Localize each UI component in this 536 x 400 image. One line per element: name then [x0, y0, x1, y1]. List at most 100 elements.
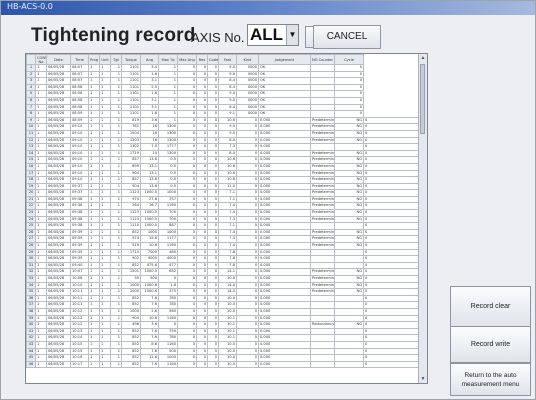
table-cell: 30 [121, 275, 141, 283]
table-cell: 0 [207, 189, 219, 197]
table-row[interactable]: 9 1 06/05/28 08:59 1 1 1 819 3.6 1 0 0 0 10.6 0 0.000 Pr… [26, 116, 420, 125]
table-cell: Predetermined [310, 176, 335, 184]
table-row[interactable]: 16 1 06/05/28 09:10 1 1 1 899 13.1 0.5 0 0 0 10.6 0 0.0… [26, 162, 420, 171]
table-cell: 1 [35, 354, 47, 362]
table-cell: 1 [99, 162, 111, 171]
row-number: 25 [26, 222, 36, 230]
table-row[interactable]: 32 1 06/05/28 10:07 1 1 1 1501 1000.5 652 0 0 0 14.1 0… [26, 268, 420, 276]
table-row[interactable]: 44 1 06/05/28 10:15 1 1 1 852 7.6 500 0 0 0 10.0 0 0.00… [26, 347, 420, 356]
table-cell: NG [334, 156, 364, 164]
table-row[interactable]: 35 1 06/05/28 10:11 1 1 1 1000 1500.6 375 0 0 0 14.0 0… [26, 288, 420, 296]
table-cell: 0 [177, 123, 197, 131]
row-number: 24 [26, 215, 36, 224]
table-cell: 1 [110, 176, 122, 184]
table-row[interactable]: 41 1 06/05/28 10:13 1 1 1 852 7.6 750 0 0 0 10.1 0 0.00… [26, 327, 420, 336]
table-cell: 1 [99, 136, 111, 145]
table-row[interactable]: 46 1 06/05/28 10:17 1 1 1 852 7.6 1160 0 0 0 10.0 0 0.0… [26, 360, 420, 369]
record-write-button[interactable]: Record write [450, 326, 531, 363]
table-row[interactable]: 29 1 06/05/28 09:39 1 1 1 1710 7000 480 0 0 0 7.8 0 0.0… [26, 248, 420, 257]
table-row[interactable]: 38 1 06/05/28 10:12 1 1 1 1000 2.6 560 0 0 0 10.0 0 0.0… [26, 307, 420, 316]
table-cell [334, 360, 364, 369]
table-cell: 1 [99, 281, 111, 290]
return-auto-menu-button[interactable]: Return to the auto measurement menu [450, 363, 531, 396]
table-row[interactable]: 2 1 06/05/28 08:57 1 1 1 1101 1.6 1 0 0 0 9.0 0000 OK 0 [26, 70, 420, 79]
row-number: 29 [26, 248, 36, 257]
table-row[interactable]: 36 1 06/05/28 10:11 1 1 1 852 7.6 780 0 0 0 10.0 0 0.00… [26, 294, 420, 303]
table-cell: 1 [88, 149, 100, 158]
table-row[interactable]: 30 1 06/05/28 09:39 1 1 1 902 4000 4000 0 0 0 7.8 0 0.0… [26, 255, 420, 263]
table-row[interactable]: 13 1 06/05/28 09:10 1 1 1 1302 7.0 1777 0 0 0 7.3 0 0.0… [26, 143, 420, 151]
table-row[interactable]: 18 1 06/05/28 09:10 1 1 1 857 13.6 0.5 0 0 0 10.6 0 0.0… [26, 176, 420, 184]
table-cell: 08:57 [70, 64, 89, 72]
table-cell: 1 [110, 209, 122, 217]
scroll-up-icon[interactable]: ▲ [419, 54, 427, 62]
table-cell: 1.6 [158, 281, 178, 290]
table-cell: 06/05/28 [46, 248, 71, 257]
table-cell: 0 [363, 248, 420, 257]
table-cell [334, 314, 364, 323]
axis-select[interactable]: ALL ▼ [247, 24, 299, 46]
scroll-down-icon[interactable]: ▼ [419, 375, 427, 383]
table-row[interactable]: 3 1 06/05/28 08:57 1 1 1 1101 3.1 1 0 0 0 8.4 0000 OK 0 [26, 77, 420, 85]
table-row[interactable]: 6 1 06/05/28 08:58 1 1 1 1101 3.1 1 0 0 0 9.0 0000 OK 0 [26, 96, 420, 105]
scroll-thumb[interactable] [420, 64, 425, 134]
table-cell: 10:12 [70, 314, 89, 323]
table-row[interactable]: 34 1 06/05/28 10:10 1 1 1 1000 1000.6 1.6 0 0 0 14.0 0… [26, 281, 420, 290]
table-cell: Predetermined [310, 215, 335, 224]
table-cell: 0 [196, 83, 208, 92]
table-cell: 0 [207, 202, 219, 211]
dropdown-arrow-icon[interactable]: ▼ [286, 25, 298, 45]
table-row[interactable]: 21 1 06/05/28 09:38 1 1 1 974 27.6 757 0 0 0 7.1 0 0.00… [26, 195, 420, 204]
row-number: 12 [26, 136, 36, 145]
table-row[interactable]: 19 1 06/05/28 09:37 1 1 1 904 13.6 0.5 0 0 0 11.0 0 0.0… [26, 182, 420, 191]
table-row[interactable]: 43 1 06/05/28 10:15 1 1 1 852 8.6 1160 0 0 0 10.0 0 0.0… [26, 340, 420, 349]
table-row[interactable]: 27 1 06/05/28 09:39 1 1 1 974 19.6 1177 0 0 0 7.3 0 0.0… [26, 235, 420, 244]
table-row[interactable]: 28 1 06/05/28 09:39 1 1 1 919 10.6 1160 0 0 0 7.4 0 0.0… [26, 242, 420, 250]
table-row[interactable]: 22 1 06/05/28 09:38 1 1 1 264 16.7 1160 0 0 0 7.4 0 0.0… [26, 202, 420, 211]
table-cell: 0.000 [258, 314, 311, 323]
table-row[interactable]: 14 1 06/05/28 09:10 1 1 1 1719 14 1300 0 0 0 8.0 0 0.00… [26, 149, 420, 158]
table-cell: 08:58 [70, 96, 89, 105]
table-row[interactable]: 1 1 06/05/28 08:57 1 1 1 1101 3.4 1 0 0 0 9.0 0000 OK 0 [26, 64, 420, 72]
table-row[interactable]: 37 1 06/05/28 10:11 1 1 1 852 7.6 780 0 0 0 10.0 0 0.00… [26, 301, 420, 309]
table-row[interactable]: 33 1 06/05/28 10:08 1 1 1 30 500 0 0 0 0 10.0 0 0.000 Pr… [26, 275, 420, 283]
table-cell: 7.4 [218, 242, 237, 250]
table-row[interactable]: 40 1 06/05/28 10:12 1 1 1 496 3.6 0 0 0 0 10.1 0 0.000 R… [26, 321, 420, 329]
table-cell: 1 [99, 129, 111, 138]
table-cell: 13.6 [140, 156, 159, 164]
table-cell: 0 [236, 360, 259, 369]
table-row[interactable]: 7 1 06/05/28 08:58 1 1 1 1101 3.1 1 0 0 0 8.4 0000 OK 0 [26, 103, 420, 112]
table-row[interactable]: 10 1 06/05/28 09:10 1 1 1 761 16 1300 0 0 0 9.9 0 0.000… [26, 123, 420, 131]
table-cell: 9.0 [218, 96, 237, 105]
record-clear-button[interactable]: Record clear [450, 286, 531, 327]
table-row[interactable]: 24 1 06/05/28 09:38 1 1 1 1123 1000.5 700 0 0 0 7.3 0 0… [26, 215, 420, 224]
table-row[interactable]: 8 1 06/05/28 08:59 1 1 1 1101 1.6 1 0 0 0 9.1 0000 OK 0 [26, 110, 420, 118]
table-cell: 1160 [158, 360, 178, 369]
table-row[interactable]: 23 1 06/05/28 09:38 1 1 1 1123 1000.5 700 0 0 0 7.4 0 0… [26, 209, 420, 217]
table-cell: 904 [121, 169, 141, 178]
cancel-button[interactable]: CANCEL [313, 25, 381, 49]
table-row[interactable]: 42 1 06/05/28 10:14 1 1 1 852 7.6 780 0 0 0 10.1 0 0.00… [26, 334, 420, 342]
table-row[interactable]: 5 1 06/05/28 08:58 1 1 1 1101 1.6 1 0 0 0 9.0 0000 OK 0 [26, 90, 420, 98]
row-number: 44 [26, 347, 36, 356]
table-row[interactable]: 11 1 06/05/28 09:10 1 1 1 1504 16 1300 0 0 0 9.5 0 0.00… [26, 129, 420, 138]
table-row[interactable]: 20 1 06/05/28 09:37 1 1 1 1123 1000.5 1000 0 0 0 7.1 0… [26, 189, 420, 197]
row-number: 4 [26, 83, 36, 92]
table-cell: 7.4 [218, 209, 237, 217]
vertical-scrollbar[interactable]: ▲ ▼ [418, 54, 427, 383]
table-row[interactable]: 12 1 06/05/28 09:10 1 1 1 1203 16 1300 0 0 0 8.0 0 0.00… [26, 136, 420, 145]
table-row[interactable]: 31 1 06/05/28 09:40 1 1 1 852 475.6 477 0 0 0 7.8 0 0.0… [26, 261, 420, 270]
table-row[interactable]: 15 1 06/05/28 09:10 1 1 1 857 13.6 0.5 0 0 0 10.6 0 0.0… [26, 156, 420, 164]
table-row[interactable]: 25 1 06/05/28 09:38 1 1 1 1110 1000.5 887 0 0 0 7.1 0 0… [26, 222, 420, 230]
table-cell: Predetermined [310, 156, 335, 164]
table-cell: 904 [121, 314, 141, 323]
table-cell: 974 [121, 195, 141, 204]
table-row[interactable]: 26 1 06/05/28 09:39 1 1 1 852 1000 1000 0 0 0 7.4 0 0.0… [26, 228, 420, 237]
table-cell: 0 [334, 103, 364, 112]
table-cell: 0 [207, 182, 219, 191]
table-row[interactable]: 39 1 06/05/28 10:12 1 1 1 904 10.6 1160 0 0 0 10.1 0 0.… [26, 314, 420, 323]
table-row[interactable]: 17 1 06/05/28 09:10 1 1 1 904 13.1 0.5 0 0 0 10.6 0 0.0… [26, 169, 420, 178]
table-row[interactable]: 4 1 06/05/28 08:58 1 1 1 1101 2.5 1 0 0 0 8.4 0000 OK 0 [26, 83, 420, 92]
table-cell: 0 [207, 288, 219, 296]
table-row[interactable]: 45 1 06/05/28 10:16 1 1 1 852 12.6 1000 0 0 0 10.0 0 0.… [26, 354, 420, 362]
